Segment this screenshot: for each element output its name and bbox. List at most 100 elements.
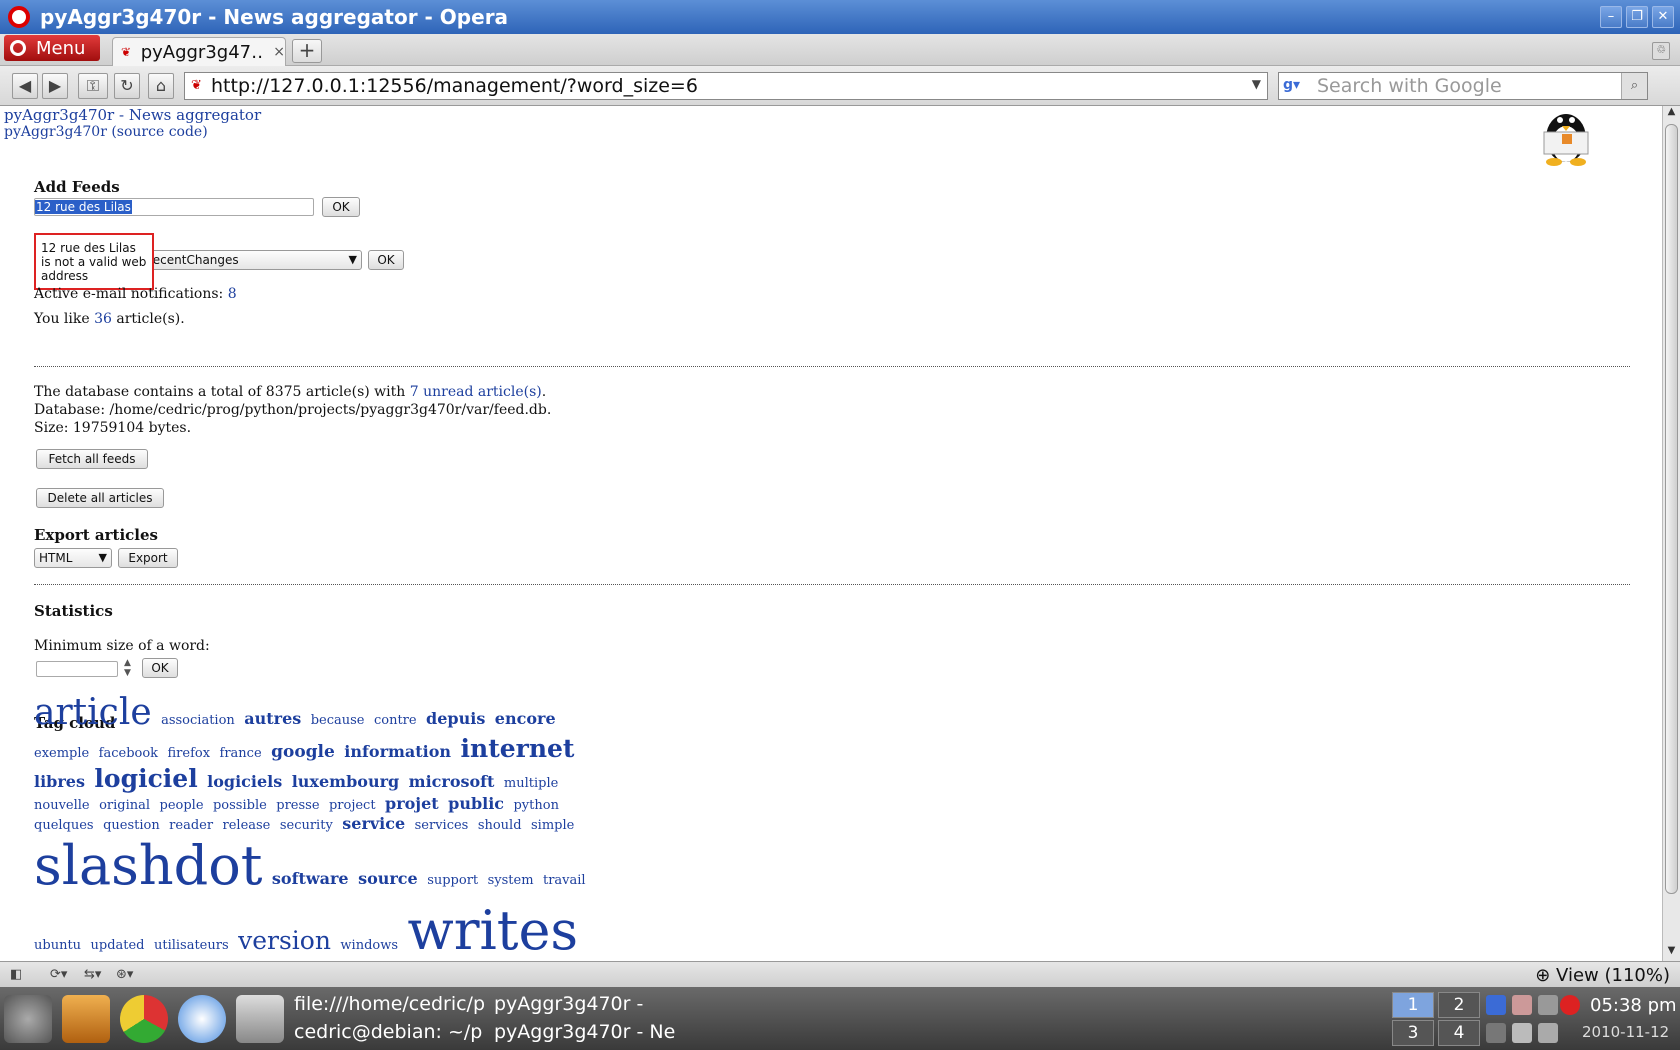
tag-link[interactable]: software (272, 869, 349, 888)
tag-link[interactable]: python (513, 798, 558, 814)
vertical-scrollbar[interactable]: ▲ ▼ (1662, 106, 1680, 961)
tag-link[interactable]: system (488, 873, 534, 889)
tag-link[interactable]: possible (213, 798, 267, 814)
tag-link[interactable]: internet (461, 734, 575, 764)
add-feed-ok-button[interactable]: OK (322, 197, 360, 217)
reload-button[interactable]: ↻ (114, 73, 140, 99)
search-field[interactable]: g▾ Search with Google ⌕ (1278, 72, 1648, 100)
back-button[interactable]: ◀ (12, 73, 38, 99)
desktop-3[interactable]: 3 (1392, 1020, 1434, 1046)
tag-link[interactable]: simple (531, 818, 574, 834)
tag-link[interactable]: presse (276, 798, 319, 814)
export-button[interactable]: Export (118, 548, 178, 568)
tag-link[interactable]: because (311, 713, 365, 729)
search-icon[interactable]: ⌕ (1621, 73, 1647, 99)
power-icon[interactable] (1538, 1023, 1558, 1043)
tag-link[interactable]: people (160, 798, 204, 814)
panel-toggle-icon[interactable]: ◧ (10, 967, 22, 982)
kde-menu-icon[interactable] (4, 995, 52, 1043)
spinner-icon[interactable]: ▲ ▼ (124, 658, 131, 678)
page-title[interactable]: pyAggr3g470r - News aggregator (4, 106, 261, 124)
tag-link[interactable]: microsoft (409, 772, 495, 791)
home-button[interactable]: ⌂ (148, 73, 174, 99)
desktop-2[interactable]: 2 (1438, 992, 1480, 1018)
unite-icon[interactable]: ⊛▾ (116, 967, 133, 982)
tag-link[interactable]: luxembourg (292, 772, 399, 791)
task-opera[interactable]: pyAggr3g470r - (494, 993, 643, 1015)
recent-changes-select[interactable]: RecentChanges ▼ (140, 250, 362, 270)
tag-link[interactable]: facebook (99, 746, 158, 762)
tag-link[interactable]: writes (407, 899, 578, 961)
export-format-select[interactable]: HTML ▼ (34, 548, 112, 568)
new-tab-button[interactable]: + (292, 39, 322, 63)
task-terminal[interactable]: cedric@debian: ~/p (294, 1021, 482, 1043)
site-link[interactable]: pyAggr3g470r (4, 124, 107, 140)
scroll-up-icon[interactable]: ▲ (1663, 106, 1680, 122)
tag-link[interactable]: slashdot (34, 834, 262, 899)
zoom-level[interactable]: ⊕ View (110%) (1535, 965, 1670, 986)
tag-link[interactable]: france (220, 746, 262, 762)
tag-link[interactable]: multiple (504, 776, 558, 792)
forward-button[interactable]: ▶ (42, 73, 68, 99)
desktop-4[interactable]: 4 (1438, 1020, 1480, 1046)
tag-link[interactable]: ubuntu (34, 938, 81, 954)
tag-link[interactable]: logiciels (207, 772, 282, 791)
clock[interactable]: 05:38 pm (1590, 995, 1677, 1016)
task-file-manager[interactable]: file:///home/cedric/p (294, 993, 485, 1015)
tag-link[interactable]: article (34, 691, 152, 734)
tag-link[interactable]: windows (340, 938, 398, 954)
tag-link[interactable]: autres (244, 709, 301, 728)
tag-link[interactable]: public (448, 794, 504, 813)
chevron-down-icon[interactable]: ▼ (1252, 77, 1261, 91)
chrome-icon[interactable] (120, 995, 168, 1043)
opera-menu-button[interactable]: Menu (4, 35, 100, 61)
tag-link[interactable]: exemple (34, 746, 89, 762)
tag-link[interactable]: information (344, 742, 451, 761)
close-window-button[interactable]: ✕ (1652, 6, 1674, 28)
tag-link[interactable]: services (415, 818, 469, 834)
min-word-ok-button[interactable]: OK (142, 658, 178, 678)
tag-link[interactable]: logiciel (94, 764, 197, 794)
select-ok-button[interactable]: OK (368, 250, 404, 270)
tag-link[interactable]: service (342, 814, 405, 833)
tag-link[interactable]: release (223, 818, 271, 834)
sync-icon[interactable]: ⟳▾ (50, 967, 67, 982)
turbo-icon[interactable]: ⇆▾ (84, 967, 101, 982)
tag-link[interactable]: security (280, 818, 333, 834)
address-field[interactable]: ❦ http://127.0.0.1:12556/management/?wor… (184, 72, 1268, 100)
wand-button[interactable]: ⚿ (78, 73, 108, 99)
tag-link[interactable]: nouvelle (34, 798, 90, 814)
tag-link[interactable]: original (99, 798, 150, 814)
user-icon[interactable] (1538, 995, 1558, 1015)
min-word-size-input[interactable] (36, 661, 118, 677)
tag-link[interactable]: support (427, 873, 478, 889)
browser-icon[interactable] (178, 995, 226, 1043)
tag-link[interactable]: google (271, 742, 335, 762)
scroll-thumb[interactable] (1665, 124, 1678, 894)
home-folder-icon[interactable] (62, 995, 110, 1043)
trash-icon[interactable]: ♲ (1652, 42, 1670, 60)
unread-articles-link[interactable]: 7 unread article(s) (410, 384, 542, 400)
maximize-button[interactable]: ❐ (1626, 6, 1648, 28)
liked-count-link[interactable]: 36 (94, 311, 112, 327)
tag-link[interactable]: libres (34, 772, 85, 791)
opera-tray-icon[interactable] (1560, 995, 1580, 1015)
tag-link[interactable]: contre (374, 713, 417, 729)
google-icon[interactable]: g▾ (1283, 77, 1303, 95)
tag-link[interactable]: depuis (426, 709, 485, 728)
display-icon[interactable] (1486, 995, 1506, 1015)
tag-link[interactable]: firefox (168, 746, 211, 762)
minimize-button[interactable]: – (1600, 6, 1622, 28)
tag-link[interactable]: updated (91, 938, 145, 954)
tag-link[interactable]: utilisateurs (154, 938, 229, 954)
scroll-down-icon[interactable]: ▼ (1663, 945, 1680, 961)
tag-link[interactable]: source (358, 869, 418, 888)
tag-link[interactable]: encore (495, 709, 556, 728)
desktop-1[interactable]: 1 (1392, 992, 1434, 1018)
tag-link[interactable]: version (238, 926, 331, 956)
add-feed-input[interactable]: 12 rue des Lilas (34, 198, 314, 216)
tag-link[interactable]: projet (385, 794, 439, 813)
tag-link[interactable]: should (478, 818, 522, 834)
tag-link[interactable]: project (329, 798, 376, 814)
tag-link[interactable]: question (103, 818, 160, 834)
